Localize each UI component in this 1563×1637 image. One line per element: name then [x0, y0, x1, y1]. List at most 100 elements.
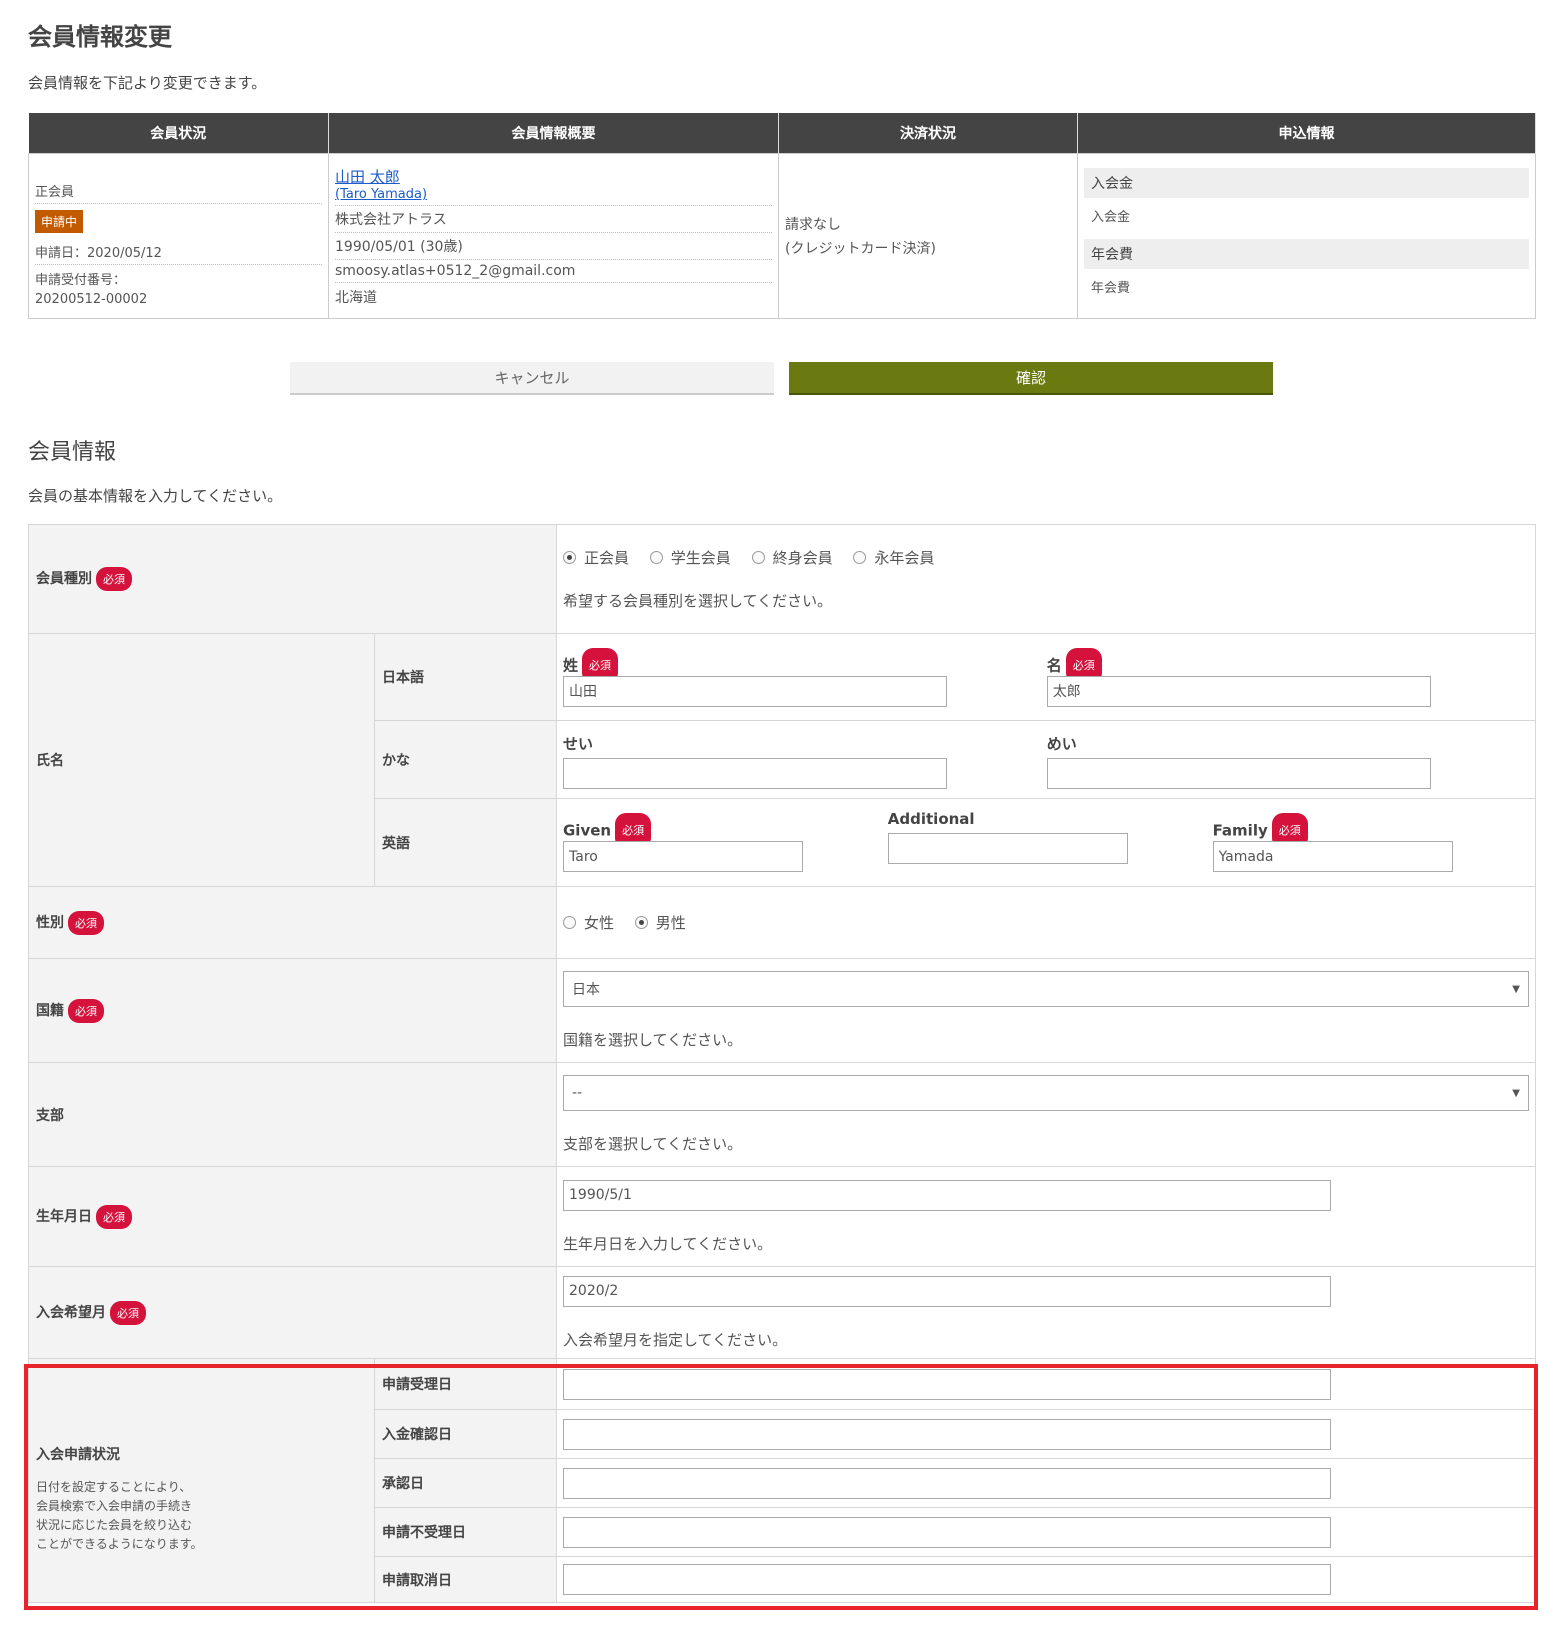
- member-type-option[interactable]: 終身会員: [751, 547, 833, 568]
- member-type-cell: 正会員 学生会員 終身会員 永年会員 希望する会員種別を選択してください。: [556, 524, 1536, 634]
- join-month-cell: 入会希望月を指定してください。: [556, 1266, 1536, 1359]
- receipt-label: 申請受付番号：: [35, 273, 127, 288]
- email: smoosy.atlas+0512_2@gmail.com: [335, 260, 772, 283]
- cancelled-date-input[interactable]: [563, 1564, 1331, 1595]
- given-name-input[interactable]: [563, 841, 803, 872]
- rejected-date-input[interactable]: [563, 1516, 1331, 1548]
- nationality-label-cell: 国籍 必須: [28, 958, 557, 1063]
- required-badge: 必須: [68, 998, 104, 1023]
- payment-confirmed-date-label: 入金確認日: [374, 1409, 557, 1459]
- join-month-help: 入会希望月を指定してください。: [563, 1330, 788, 1349]
- last-name-label: 姓: [563, 656, 579, 674]
- birthday-input[interactable]: [563, 1179, 1331, 1211]
- summary-status-cell: 正会員 申請中 申請日：2020/05/12 申請受付番号： 20200512-…: [28, 153, 329, 319]
- gender-label: 性別: [36, 914, 64, 931]
- cancelled-date-label: 申請取消日: [374, 1556, 557, 1603]
- member-type-text: 正会員: [35, 178, 322, 204]
- first-name-kana-input[interactable]: [1046, 758, 1431, 789]
- member-type-label-cell: 会員種別 必須: [28, 524, 557, 634]
- last-name-input[interactable]: [563, 675, 947, 707]
- birthday-label: 生年月日: [36, 1208, 92, 1225]
- section-lead: 会員の基本情報を入力してください。: [28, 487, 283, 505]
- application-status-note: 日付を設定することにより、 会員検索で入会申請の手続き 状況に応じた会員を絞り込…: [36, 1479, 203, 1551]
- payment-confirmed-date-input[interactable]: [563, 1418, 1331, 1450]
- member-type-label: 会員種別: [36, 571, 92, 587]
- join-month-label-cell: 入会希望月 必須: [28, 1266, 557, 1359]
- member-type-option[interactable]: 正会員: [563, 547, 629, 568]
- receipt-number: 20200512-00002: [35, 292, 148, 307]
- name-label: 氏名: [28, 633, 375, 887]
- application-status-label-cell: 入会申請状況 日付を設定することにより、 会員検索で入会申請の手続き 状況に応じ…: [28, 1358, 375, 1603]
- plan-value: 年会費: [1091, 281, 1131, 296]
- gender-cell: 女性 男性: [556, 886, 1536, 959]
- first-name-input[interactable]: [1046, 675, 1431, 707]
- radio-icon: [751, 551, 765, 564]
- name-kana-cell: せい めい: [556, 720, 1536, 799]
- radio-selected-icon: [563, 551, 576, 564]
- first-name-kana-label: めい: [1046, 735, 1077, 753]
- payment-confirmed-date-cell: [556, 1409, 1536, 1459]
- cancel-button[interactable]: キャンセル: [290, 362, 774, 395]
- member-type-option[interactable]: 永年会員: [853, 547, 934, 568]
- name-en-label: 英語: [374, 798, 557, 887]
- accepted-date-input[interactable]: [563, 1368, 1331, 1400]
- name-ja-cell: 姓必須 名必須: [556, 633, 1536, 721]
- nationality-help: 国籍を選択してください。: [563, 1031, 743, 1049]
- family-name-label: Family: [1212, 821, 1268, 840]
- plan-heading: 入会金: [1084, 168, 1529, 198]
- required-badge: 必須: [96, 1204, 132, 1229]
- payment-status: 請求なし: [785, 217, 841, 233]
- last-name-kana-input[interactable]: [563, 758, 947, 789]
- status-badge: 申請中: [35, 210, 84, 233]
- summary-profile-cell: 山田 太郎 (Taro Yamada) 株式会社アトラス 1990/05/01 …: [328, 153, 779, 319]
- radio-icon: [853, 551, 867, 564]
- gender-label-cell: 性別 必須: [28, 886, 557, 959]
- join-month-input[interactable]: [563, 1275, 1331, 1307]
- page-lead: 会員情報を下記より変更できます。: [28, 74, 267, 92]
- page-title: 会員情報変更: [28, 23, 172, 51]
- additional-name-label: Additional: [887, 810, 975, 828]
- application-status-label: 入会申請状況: [36, 1446, 120, 1463]
- birthday-cell: 生年月日を入力してください。: [556, 1166, 1536, 1267]
- cancelled-date-cell: [556, 1556, 1536, 1603]
- given-name-label: Given: [563, 821, 612, 840]
- section-title: 会員情報: [28, 440, 117, 465]
- name-kana-label: かな: [374, 720, 557, 799]
- summary-header-payment: 決済状況: [778, 113, 1078, 154]
- summary-application-cell: 入会金 入会金 年会費 年会費: [1077, 153, 1536, 319]
- branch-help: 支部を選択してください。: [563, 1135, 743, 1153]
- summary-header-status: 会員状況: [28, 113, 329, 154]
- birth-date: 1990/05/01 (30歳): [335, 233, 772, 260]
- member-form: 会員種別 必須 正会員 学生会員 終身会員 永年会員 希望する会員種別を選択してく…: [28, 524, 1536, 1603]
- apply-date: 申請日：2020/05/12: [35, 239, 322, 265]
- approved-date-input[interactable]: [563, 1467, 1331, 1499]
- plan-value: 入会金: [1091, 210, 1131, 225]
- nationality-cell: 日本 ▼ 国籍を選択してください。: [556, 958, 1536, 1063]
- member-name-en-link[interactable]: (Taro Yamada): [335, 187, 427, 202]
- payment-method: (クレジットカード決済): [785, 241, 936, 257]
- radio-icon: [563, 916, 576, 929]
- summary-header-application: 申込情報: [1077, 113, 1536, 154]
- approved-date-label: 承認日: [374, 1458, 557, 1508]
- accepted-date-cell: [556, 1358, 1536, 1410]
- branch-label: 支部: [36, 1107, 64, 1124]
- chevron-down-icon: ▼: [1512, 983, 1520, 995]
- rejected-date-label: 申請不受理日: [374, 1507, 557, 1557]
- first-name-label: 名: [1046, 656, 1062, 674]
- branch-select[interactable]: -- ▼: [563, 1075, 1529, 1111]
- gender-option-male[interactable]: 男性: [634, 912, 686, 933]
- member-name-link[interactable]: 山田 太郎: [335, 168, 400, 186]
- plan-heading: 年会費: [1084, 239, 1529, 269]
- nationality-select[interactable]: 日本 ▼: [563, 971, 1529, 1007]
- name-ja-label: 日本語: [374, 633, 557, 721]
- member-type-help: 希望する会員種別を選択してください。: [563, 592, 833, 610]
- member-type-option[interactable]: 学生会員: [649, 547, 731, 568]
- branch-label-cell: 支部: [28, 1062, 557, 1167]
- family-name-input[interactable]: [1212, 841, 1453, 872]
- gender-option-female[interactable]: 女性: [563, 912, 614, 933]
- summary-payment-cell: 請求なし (クレジットカード決済): [778, 153, 1078, 319]
- additional-name-input[interactable]: [887, 833, 1128, 864]
- confirm-button[interactable]: 確認: [789, 362, 1273, 395]
- branch-cell: -- ▼ 支部を選択してください。: [556, 1062, 1536, 1167]
- prefecture: 北海道: [335, 290, 377, 306]
